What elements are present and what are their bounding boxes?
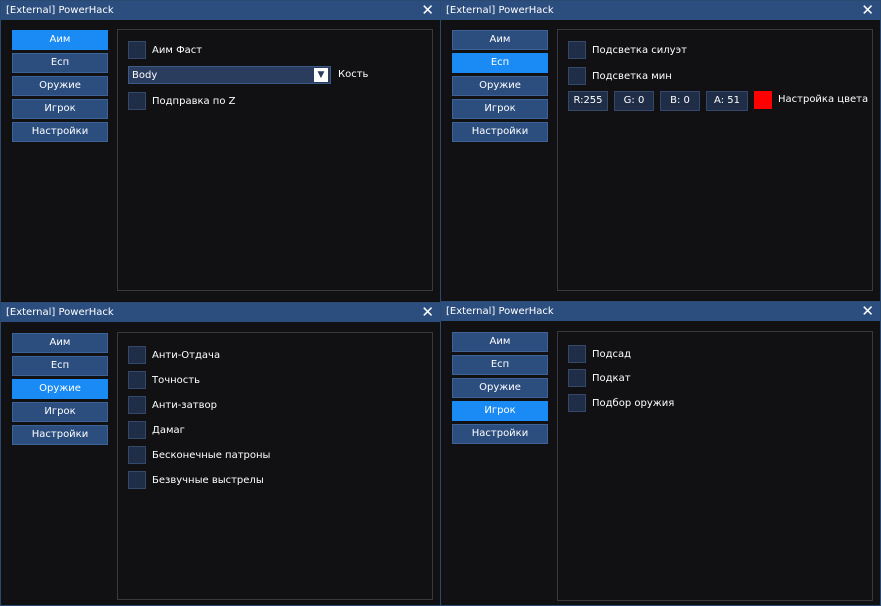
option-row: Подбор оружия <box>568 393 674 413</box>
silent-shots-checkbox[interactable] <box>128 471 146 489</box>
z-correction-option: Подправка по Z <box>128 91 236 111</box>
option-label: Бесконечные патроны <box>152 449 271 461</box>
nav-aim-button[interactable]: Аим <box>452 30 548 50</box>
z-correction-label: Подправка по Z <box>152 95 236 107</box>
option-label: Анти-затвор <box>152 399 217 411</box>
window-aim: [External] PowerHack ✕ Аим Есп Оружие Иг… <box>0 0 441 304</box>
option-label: Подбор оружия <box>592 397 675 409</box>
boost-checkbox[interactable] <box>568 345 586 363</box>
window-weapon: [External] PowerHack ✕ Аим Есп Оружие Иг… <box>0 302 441 606</box>
option-row: Бесконечные патроны <box>128 445 270 465</box>
nav-weapon-button[interactable]: Оружие <box>12 379 108 399</box>
mines-option: Подсветка мин <box>568 66 672 86</box>
window-title: [External] PowerHack <box>6 5 114 16</box>
silhouette-checkbox[interactable] <box>568 41 586 59</box>
color-settings-label: Настройка цвета <box>778 94 869 105</box>
bone-label: Кость <box>338 69 369 80</box>
nav-aim-button[interactable]: Аим <box>12 30 108 50</box>
nav-settings-button[interactable]: Настройки <box>452 424 548 444</box>
option-row: Безвучные выстрелы <box>128 470 264 490</box>
option-label: Точность <box>152 374 201 386</box>
nav-settings-button[interactable]: Настройки <box>12 122 108 142</box>
nav-aim-button[interactable]: Аим <box>12 333 108 353</box>
title-bar[interactable]: [External] PowerHack ✕ <box>441 1 880 20</box>
close-icon[interactable]: ✕ <box>861 302 874 321</box>
bone-select[interactable]: Body ▼ <box>128 66 331 84</box>
title-bar[interactable]: [External] PowerHack ✕ <box>1 303 440 322</box>
slide-checkbox[interactable] <box>568 369 586 387</box>
dropdown-arrow-icon[interactable]: ▼ <box>314 68 328 82</box>
weapon-panel: Анти-Отдача Точность Анти-затвор Дамаг Б… <box>117 332 433 600</box>
option-label: Безвучные выстрелы <box>152 474 264 486</box>
esp-panel: Подсветка силуэт Подсветка мин R:255 G: … <box>557 29 873 291</box>
nav-weapon-button[interactable]: Оружие <box>452 76 548 96</box>
anti-bolt-checkbox[interactable] <box>128 396 146 414</box>
option-label: Подсад <box>592 348 632 360</box>
window-esp: [External] PowerHack ✕ Аим Есп Оружие Иг… <box>440 0 881 304</box>
nav-esp-button[interactable]: Есп <box>452 355 548 375</box>
option-row: Точность <box>128 370 200 390</box>
nav-settings-button[interactable]: Настройки <box>12 425 108 445</box>
sidebar: Аим Есп Оружие Игрок Настройки <box>12 30 108 145</box>
z-correction-checkbox[interactable] <box>128 92 146 110</box>
option-label: Анти-Отдача <box>152 349 221 361</box>
nav-player-button[interactable]: Игрок <box>452 401 548 421</box>
option-row: Подкат <box>568 368 631 388</box>
aim-fast-option: Аим Фаст <box>128 40 202 60</box>
silhouette-label: Подсветка силуэт <box>592 44 687 56</box>
close-icon[interactable]: ✕ <box>421 303 434 322</box>
mines-checkbox[interactable] <box>568 67 586 85</box>
close-icon[interactable]: ✕ <box>421 1 434 20</box>
sidebar: Аим Есп Оружие Игрок Настройки <box>452 30 548 145</box>
option-row: Анти-Отдача <box>128 345 220 365</box>
option-label: Подкат <box>592 372 631 384</box>
nav-player-button[interactable]: Игрок <box>12 402 108 422</box>
title-bar[interactable]: [External] PowerHack ✕ <box>1 1 440 20</box>
damage-checkbox[interactable] <box>128 421 146 439</box>
nav-player-button[interactable]: Игрок <box>12 99 108 119</box>
anti-recoil-checkbox[interactable] <box>128 346 146 364</box>
infinite-ammo-checkbox[interactable] <box>128 446 146 464</box>
nav-esp-button[interactable]: Есп <box>12 356 108 376</box>
option-row: Подсад <box>568 344 631 364</box>
nav-esp-button[interactable]: Есп <box>12 53 108 73</box>
color-a-field[interactable]: A: 51 <box>706 91 748 111</box>
nav-player-button[interactable]: Игрок <box>452 99 548 119</box>
sidebar: Аим Есп Оружие Игрок Настройки <box>12 333 108 448</box>
nav-weapon-button[interactable]: Оружие <box>452 378 548 398</box>
color-g-field[interactable]: G: 0 <box>614 91 654 111</box>
nav-settings-button[interactable]: Настройки <box>452 122 548 142</box>
color-r-field[interactable]: R:255 <box>568 91 608 111</box>
option-row: Дамаг <box>128 420 185 440</box>
accuracy-checkbox[interactable] <box>128 371 146 389</box>
aim-panel: Аим Фаст Body ▼ Кость Подправка по Z <box>117 29 433 291</box>
nav-aim-button[interactable]: Аим <box>452 332 548 352</box>
window-title: [External] PowerHack <box>446 306 554 317</box>
player-panel: Подсад Подкат Подбор оружия <box>557 331 873 601</box>
bone-select-value: Body <box>132 70 158 81</box>
aim-fast-label: Аим Фаст <box>152 44 203 56</box>
nav-esp-button[interactable]: Есп <box>452 53 548 73</box>
mines-label: Подсветка мин <box>592 70 672 82</box>
option-row: Анти-затвор <box>128 395 217 415</box>
sidebar: Аим Есп Оружие Игрок Настройки <box>452 332 548 447</box>
window-player: [External] PowerHack ✕ Аим Есп Оружие Иг… <box>440 301 881 606</box>
window-title: [External] PowerHack <box>446 5 554 16</box>
option-label: Дамаг <box>152 424 185 436</box>
color-swatch[interactable] <box>754 91 772 109</box>
color-b-field[interactable]: B: 0 <box>660 91 700 111</box>
window-title: [External] PowerHack <box>6 307 114 318</box>
aim-fast-checkbox[interactable] <box>128 41 146 59</box>
silhouette-option: Подсветка силуэт <box>568 40 687 60</box>
nav-weapon-button[interactable]: Оружие <box>12 76 108 96</box>
close-icon[interactable]: ✕ <box>861 1 874 20</box>
title-bar[interactable]: [External] PowerHack ✕ <box>441 302 880 321</box>
weapon-pickup-checkbox[interactable] <box>568 394 586 412</box>
